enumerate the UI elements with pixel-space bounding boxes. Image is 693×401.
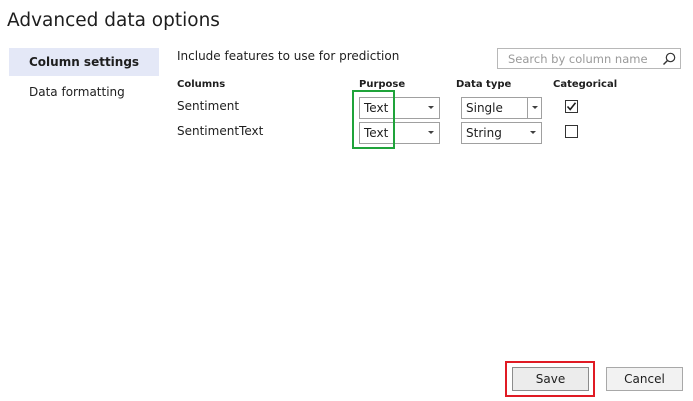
header-columns: Columns — [177, 79, 226, 90]
sidebar-item-label: Data formatting — [29, 85, 125, 99]
purpose-highlight-box — [352, 90, 395, 149]
chevron-down-icon — [530, 131, 536, 134]
include-features-label: Include features to use for prediction — [177, 49, 400, 63]
save-button[interactable]: Save — [512, 367, 589, 391]
search-input[interactable] — [498, 49, 658, 68]
data-type-dropdown-sentiment[interactable]: Single — [461, 97, 542, 119]
checkmark-icon — [566, 102, 577, 111]
search-box — [497, 48, 681, 69]
chevron-down-icon — [428, 131, 434, 134]
data-type-dropdown-sentimenttext[interactable]: String — [461, 122, 542, 144]
column-name-sentiment: Sentiment — [177, 99, 240, 113]
header-purpose: Purpose — [359, 79, 406, 90]
data-type-value: String — [466, 126, 502, 140]
chevron-down-icon — [428, 106, 434, 109]
categorical-checkbox-sentiment[interactable] — [565, 100, 578, 113]
sidebar-item-label: Column settings — [29, 55, 140, 69]
data-type-value: Single — [466, 101, 503, 115]
sidebar-item-column-settings[interactable]: Column settings — [9, 48, 159, 76]
column-name-sentimenttext: SentimentText — [177, 124, 264, 138]
chevron-down-icon — [532, 106, 538, 109]
header-data-type: Data type — [456, 79, 512, 90]
sidebar-item-data-formatting[interactable]: Data formatting — [9, 78, 159, 106]
categorical-checkbox-sentimenttext[interactable] — [565, 125, 578, 138]
header-categorical: Categorical — [553, 79, 618, 90]
dropdown-divider — [527, 98, 528, 118]
cancel-button[interactable]: Cancel — [606, 367, 683, 391]
search-icon[interactable] — [661, 51, 677, 67]
dialog-title: Advanced data options — [7, 10, 220, 31]
